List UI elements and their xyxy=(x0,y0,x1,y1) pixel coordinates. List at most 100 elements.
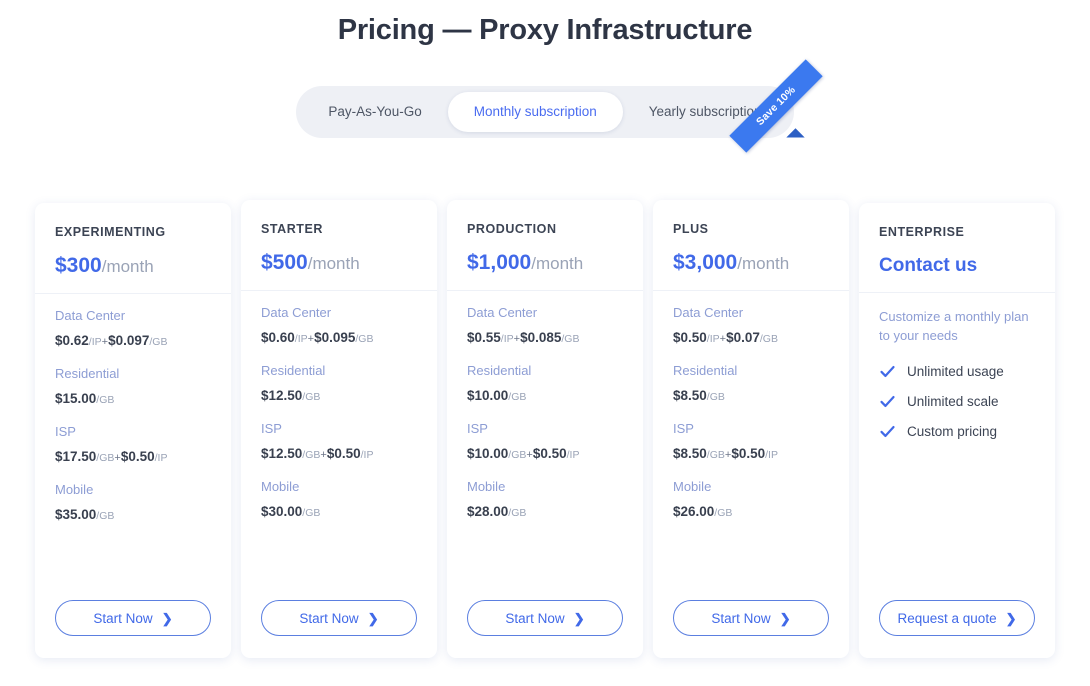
cta-label: Start Now xyxy=(93,610,153,626)
feature-label: ISP xyxy=(467,421,488,436)
feature-label: Residential xyxy=(261,363,326,378)
start-now-button[interactable]: Start Now ❯ xyxy=(673,600,829,636)
feature-unit-2: /IP xyxy=(566,449,580,461)
feature-amount-2: $0.50 xyxy=(532,446,567,461)
feature-value: $0.55/IP+$0.085/GB xyxy=(467,330,623,347)
toggle-option-monthly-subscription[interactable]: Monthly subscription xyxy=(447,92,623,132)
feature-label: Mobile xyxy=(467,479,506,494)
feature-amount-1: $0.55 xyxy=(467,330,501,345)
feature-unit-1: /GB xyxy=(96,452,115,464)
feature-amount-1: $0.62 xyxy=(55,333,89,348)
cta-label: Start Now xyxy=(505,610,565,626)
feature-label: Data Center xyxy=(467,305,538,320)
feature-unit-1: /IP xyxy=(706,333,720,345)
cta-label: Start Now xyxy=(711,610,771,626)
feature-unit-2: /IP xyxy=(765,449,778,461)
feature-amount-2: $0.07 xyxy=(726,330,760,345)
feature-label: Residential xyxy=(467,363,532,378)
feature-amount-1: $17.50 xyxy=(55,449,97,464)
cta-container: Start Now ❯ xyxy=(241,576,437,636)
feature-label: Residential xyxy=(55,366,120,381)
feature-amount-1: $10.00 xyxy=(467,388,509,403)
feature-label: Residential xyxy=(673,363,738,378)
feature-amount-1: $12.50 xyxy=(261,388,303,403)
list-item: Unlimited usage xyxy=(879,363,1035,380)
start-now-button[interactable]: Start Now ❯ xyxy=(467,600,623,636)
feature-unit-2: /GB xyxy=(561,333,580,345)
save-ribbon-fold xyxy=(786,128,805,147)
card-header: PLUS $3,000/month xyxy=(653,200,849,291)
feature-amount-1: $35.00 xyxy=(55,507,97,522)
plan-name: PRODUCTION xyxy=(467,222,557,236)
billing-toggle[interactable]: Pay-As-You-Go Monthly subscription Yearl… xyxy=(296,59,823,153)
benefit-label: Custom pricing xyxy=(907,424,998,439)
feature-amount-1: $8.50 xyxy=(673,388,707,403)
feature-label: ISP xyxy=(261,421,282,436)
enterprise-description: Customize a monthly plan to your needs xyxy=(879,309,1029,343)
feature-value: $8.50/GB+$0.50/IP xyxy=(673,446,829,463)
check-icon xyxy=(880,395,895,408)
feature-row-data-center: Data Center $0.62/IP+$0.097/GB xyxy=(55,308,211,350)
toggle-option-yearly-subscription[interactable]: Yearly subscription xyxy=(623,92,788,132)
plan-price-amount: $300 xyxy=(55,254,102,277)
plan-price-amount: $1,000 xyxy=(467,251,532,274)
feature-label: Data Center xyxy=(55,308,126,323)
card-header: STARTER $500/month xyxy=(241,200,437,291)
feature-unit-1: /IP xyxy=(294,333,308,345)
plan-price-period: /month xyxy=(737,254,790,273)
pricing-card-starter: STARTER $500/month Data Center $0.60/IP+… xyxy=(241,200,437,658)
feature-unit-1: /GB xyxy=(96,510,115,522)
feature-unit-1: /GB xyxy=(508,391,527,403)
feature-unit-1: /GB xyxy=(302,507,321,519)
list-item: Custom pricing xyxy=(879,423,1035,440)
chevron-right-icon: ❯ xyxy=(367,610,379,626)
pricing-card-production: PRODUCTION $1,000/month Data Center $0.5… xyxy=(447,200,643,658)
enterprise-benefits-list: Unlimited usage Unlimited scale Custom p… xyxy=(879,363,1035,440)
feature-amount-2: $0.097 xyxy=(108,333,150,348)
feature-label: Data Center xyxy=(261,305,332,320)
cta-label: Start Now xyxy=(299,610,359,626)
feature-label: Data Center xyxy=(673,305,744,320)
feature-row-isp: ISP $8.50/GB+$0.50/IP xyxy=(673,421,829,463)
start-now-button[interactable]: Start Now ❯ xyxy=(55,600,211,636)
feature-unit-1: /IP xyxy=(500,333,514,345)
chevron-right-icon: ❯ xyxy=(779,610,791,626)
plan-price-amount: $500 xyxy=(261,251,308,274)
feature-amount-2: $0.50 xyxy=(731,446,766,461)
pricing-card-enterprise: ENTERPRISE Contact us Customize a monthl… xyxy=(859,203,1055,658)
plan-price-period: /month xyxy=(101,257,154,276)
list-item: Unlimited scale xyxy=(879,393,1035,410)
feature-row-data-center: Data Center $0.55/IP+$0.085/GB xyxy=(467,305,623,347)
request-a-quote-button[interactable]: Request a quote ❯ xyxy=(879,600,1035,636)
plan-price: $500/month xyxy=(261,252,417,275)
cta-container: Start Now ❯ xyxy=(447,576,643,636)
plan-price: Contact us xyxy=(879,255,978,276)
benefit-label: Unlimited usage xyxy=(907,364,1004,379)
feature-amount-1: $10.00 xyxy=(467,446,509,461)
feature-row-mobile: Mobile $26.00/GB xyxy=(673,479,829,521)
plan-price: $1,000/month xyxy=(467,252,623,275)
feature-amount-2: $0.085 xyxy=(520,330,562,345)
feature-amount-1: $0.60 xyxy=(261,330,295,345)
toggle-option-pay-as-you-go[interactable]: Pay-As-You-Go xyxy=(302,92,447,132)
feature-value: $35.00/GB xyxy=(55,507,211,524)
feature-value: $0.62/IP+$0.097/GB xyxy=(55,333,211,350)
feature-unit-1: /GB xyxy=(508,507,527,519)
feature-row-isp: ISP $17.50/GB+$0.50/IP xyxy=(55,424,211,466)
card-body: Data Center $0.62/IP+$0.097/GB Residenti… xyxy=(35,294,231,576)
feature-row-data-center: Data Center $0.50/IP+$0.07/GB xyxy=(673,305,829,347)
plan-name: STARTER xyxy=(261,222,323,236)
card-header: EXPERIMENTING $300/month xyxy=(35,203,231,294)
feature-unit-1: /GB xyxy=(302,449,321,461)
benefit-label: Unlimited scale xyxy=(907,394,999,409)
feature-unit-1: /GB xyxy=(508,449,527,461)
page-title: Pricing — Proxy Infrastructure xyxy=(337,14,753,46)
feature-value: $30.00/GB xyxy=(261,504,417,521)
chevron-right-icon: ❯ xyxy=(161,610,173,626)
start-now-button[interactable]: Start Now ❯ xyxy=(261,600,417,636)
feature-unit-1: /GB xyxy=(714,507,733,519)
feature-value: $10.00/GB xyxy=(467,388,623,405)
feature-unit-2: /GB xyxy=(355,333,374,345)
feature-row-mobile: Mobile $28.00/GB xyxy=(467,479,623,521)
card-header: PRODUCTION $1,000/month xyxy=(447,200,643,291)
